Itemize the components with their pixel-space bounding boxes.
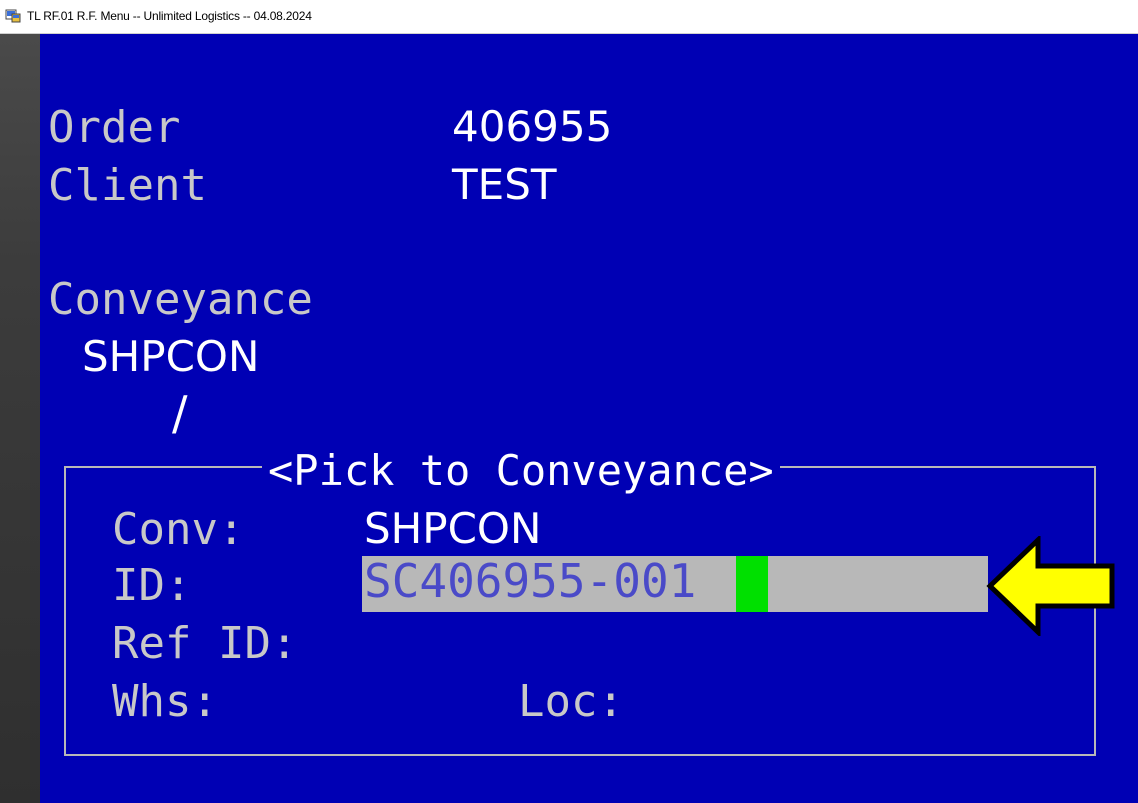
loc-label: Loc:	[518, 676, 624, 727]
ref-id-label: Ref ID:	[112, 618, 298, 669]
client-label: Client	[48, 160, 207, 211]
left-edge-shade	[0, 34, 40, 803]
window-titlebar[interactable]: TL RF.01 R.F. Menu -- Unlimited Logistic…	[0, 0, 1138, 34]
order-value: 406955	[452, 102, 613, 151]
terminal-screen[interactable]: Order 406955 Client TEST Conveyance SHPC…	[40, 34, 1138, 803]
client-value: TEST	[452, 160, 557, 209]
conv-label: Conv:	[112, 504, 245, 555]
whs-label: Whs:	[112, 676, 218, 727]
app-terminal-icon	[5, 9, 21, 23]
conveyance-value: SHPCON	[82, 332, 260, 381]
conveyance-label: Conveyance	[48, 274, 313, 325]
id-input-value[interactable]: SC406955-001	[364, 558, 696, 604]
text-cursor	[736, 556, 768, 612]
window-title: TL RF.01 R.F. Menu -- Unlimited Logistic…	[27, 9, 312, 23]
dialog-title: <Pick to Conveyance>	[262, 450, 780, 492]
conv-value: SHPCON	[364, 504, 542, 553]
id-label: ID:	[112, 560, 192, 611]
conveyance-separator: /	[172, 386, 188, 440]
order-label: Order	[48, 102, 181, 153]
left-arrow-icon	[986, 536, 1115, 636]
